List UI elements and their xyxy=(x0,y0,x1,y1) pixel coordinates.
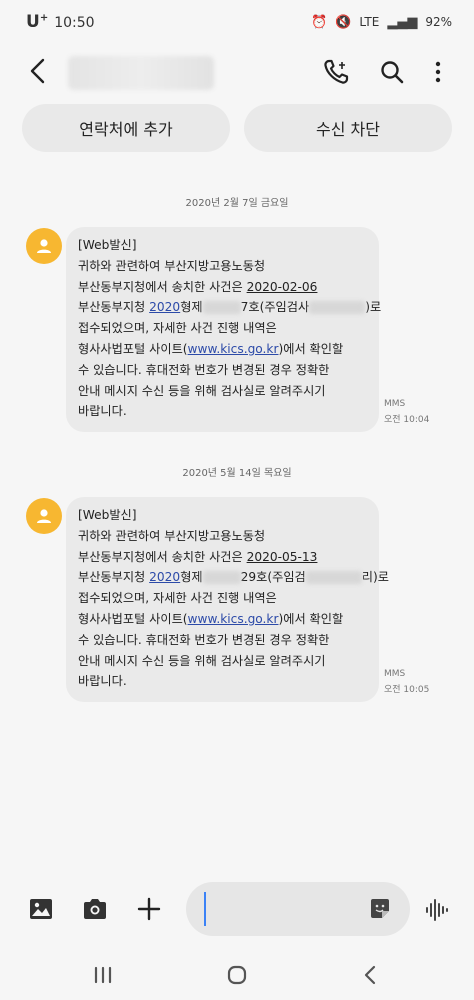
more-options-icon[interactable] xyxy=(424,58,452,86)
avatar-icon[interactable] xyxy=(26,498,62,534)
action-row: 연락처에 추가 수신 차단 xyxy=(22,104,452,152)
message-link[interactable]: 2020 xyxy=(149,300,180,314)
phone-icon[interactable] xyxy=(322,58,350,86)
gallery-icon[interactable] xyxy=(28,896,54,922)
message-text: 형사사법포털 사이트( xyxy=(78,611,188,626)
voice-wave-icon[interactable] xyxy=(424,898,450,922)
avatar-icon[interactable] xyxy=(26,228,62,264)
status-left: U+ 10:50 xyxy=(26,12,95,32)
message-line: [Web발신] xyxy=(78,505,367,526)
message-text: 수 있습니다. 휴대전화 번호가 변경된 경우 정확한 xyxy=(78,362,330,377)
status-time: 10:50 xyxy=(54,15,95,31)
message-text: 안내 메시지 수신 등을 위해 검사실로 알려주시기 xyxy=(78,383,326,398)
message-line: 귀하와 관련하여 부산지방고용노동청 xyxy=(78,526,367,547)
message-meta: MMS 오전 10:05 xyxy=(384,666,429,698)
message-text: 29호(주임검 xyxy=(240,570,306,585)
message-text: )에서 확인할 xyxy=(278,611,344,626)
block-sender-button[interactable]: 수신 차단 xyxy=(244,104,452,152)
message-line: 부산동부지청에서 송치한 사건은 2020-02-06 xyxy=(78,277,367,298)
message-type: MMS xyxy=(384,399,406,409)
message-text: [Web발신] xyxy=(78,238,137,252)
message-text: 형사사법포털 사이트( xyxy=(78,341,188,356)
message-text: 접수되었으며, 자세한 사건 진행 내역은 xyxy=(78,591,277,606)
system-navigation-bar xyxy=(0,950,474,1000)
carrier-label: U+ xyxy=(26,12,49,32)
message-text: )로 xyxy=(365,300,382,315)
camera-icon[interactable] xyxy=(82,896,108,922)
network-label: LTE xyxy=(359,15,380,29)
message-text: 귀하와 관련하여 부산지방고용노동청 xyxy=(78,528,266,543)
message-text: 형제 xyxy=(180,570,203,585)
message-meta: MMS 오전 10:04 xyxy=(384,396,429,428)
battery-label: 92% xyxy=(425,15,452,29)
message-line: 수 있습니다. 휴대전화 번호가 변경된 경우 정확한 xyxy=(78,360,367,381)
recent-apps-icon[interactable] xyxy=(90,962,116,988)
message-text: 안내 메시지 수신 등을 위해 검사실로 알려주시기 xyxy=(78,653,326,668)
message-type: MMS xyxy=(384,669,406,679)
message-line: 바랍니다. xyxy=(78,401,367,422)
message-text: 접수되었으며, 자세한 사건 진행 내역은 xyxy=(78,321,277,336)
message-line: 귀하와 관련하여 부산지방고용노동청 xyxy=(78,256,367,277)
message-text: 2020-05-13 xyxy=(246,549,318,564)
message-text: )에서 확인할 xyxy=(278,341,344,356)
message-text: 부산동부지청 xyxy=(78,570,150,585)
message-line: 부산동부지청 2020형제__7호(주임검사____)로 xyxy=(78,297,381,318)
message-input[interactable] xyxy=(204,892,364,926)
sticker-icon[interactable] xyxy=(368,897,392,921)
nav-back-icon[interactable] xyxy=(358,962,384,988)
composer-bar xyxy=(0,878,474,938)
message-input-container xyxy=(186,882,410,936)
message-text: 부산동부지청에서 송치한 사건은 xyxy=(78,279,247,294)
message-line: 형사사법포털 사이트(www.kics.go.kr)에서 확인할 xyxy=(78,609,367,630)
message-text: [Web발신] xyxy=(78,508,137,522)
message-line: 수 있습니다. 휴대전화 번호가 변경된 경우 정확한 xyxy=(78,630,367,651)
message-bubble[interactable]: [Web발신] 귀하와 관련하여 부산지방고용노동청부산동부지청에서 송치한 사건… xyxy=(66,497,389,703)
add-to-contacts-button[interactable]: 연락처에 추가 xyxy=(22,104,230,152)
redacted-text: ____ xyxy=(309,301,366,315)
message-text: 수 있습니다. 휴대전화 번호가 변경된 경우 정확한 xyxy=(78,632,330,647)
message-text: 부산동부지청에서 송치한 사건은 xyxy=(78,549,247,564)
message-text: 형제 xyxy=(180,300,203,315)
status-right: ⏰ 🔇 LTE ▂▄▆ 92% xyxy=(311,15,452,30)
message-line: 부산동부지청 2020형제__29호(주임검____리)로 xyxy=(78,567,389,588)
redacted-text: ____ xyxy=(305,571,362,585)
alarm-icon: ⏰ xyxy=(311,14,328,30)
attach-plus-icon[interactable] xyxy=(136,896,162,922)
message-line: 접수되었으며, 자세한 사건 진행 내역은 xyxy=(78,318,367,339)
message-line: 안내 메시지 수신 등을 위해 검사실로 알려주시기 xyxy=(78,651,367,672)
redacted-text: __ xyxy=(202,571,241,585)
date-separator: 2020년 5월 14일 목요일 xyxy=(182,468,292,479)
message-time: 오전 10:05 xyxy=(384,685,430,695)
message-line: 부산동부지청에서 송치한 사건은 2020-05-13 xyxy=(78,547,367,568)
message-time: 오전 10:04 xyxy=(384,415,430,425)
message-bubble[interactable]: [Web발신] 귀하와 관련하여 부산지방고용노동청부산동부지청에서 송치한 사건… xyxy=(66,227,381,433)
message-line: 형사사법포털 사이트(www.kics.go.kr)에서 확인할 xyxy=(78,339,367,360)
message-text: 바랍니다. xyxy=(78,674,127,689)
message-text: 바랍니다. xyxy=(78,404,127,419)
message-line: [Web발신] xyxy=(78,235,367,256)
redacted-text: __ xyxy=(202,301,241,315)
signal-icon: ▂▄▆ xyxy=(387,14,418,30)
status-bar: U+ 10:50 ⏰ 🔇 LTE ▂▄▆ 92% xyxy=(0,0,474,44)
message-text: 부산동부지청 xyxy=(78,300,150,315)
conversation-header xyxy=(0,44,474,100)
message-text: 7호(주임검사 xyxy=(240,300,310,315)
contact-name-blurred[interactable] xyxy=(68,56,214,90)
message-link[interactable]: www.kics.go.kr xyxy=(188,612,279,626)
message-link[interactable]: 2020 xyxy=(149,570,180,584)
home-icon[interactable] xyxy=(224,962,250,988)
message-text: 2020-02-06 xyxy=(246,279,318,294)
mute-icon: 🔇 xyxy=(335,14,352,30)
back-icon[interactable] xyxy=(26,56,50,86)
message-line: 바랍니다. xyxy=(78,671,367,692)
date-separator: 2020년 2월 7일 금요일 xyxy=(185,198,289,209)
message-text: 귀하와 관련하여 부산지방고용노동청 xyxy=(78,258,266,273)
message-link[interactable]: www.kics.go.kr xyxy=(188,342,279,356)
message-text: 리)로 xyxy=(361,570,389,585)
message-line: 안내 메시지 수신 등을 위해 검사실로 알려주시기 xyxy=(78,381,367,402)
search-icon[interactable] xyxy=(378,58,406,86)
message-line: 접수되었으며, 자세한 사건 진행 내역은 xyxy=(78,588,367,609)
